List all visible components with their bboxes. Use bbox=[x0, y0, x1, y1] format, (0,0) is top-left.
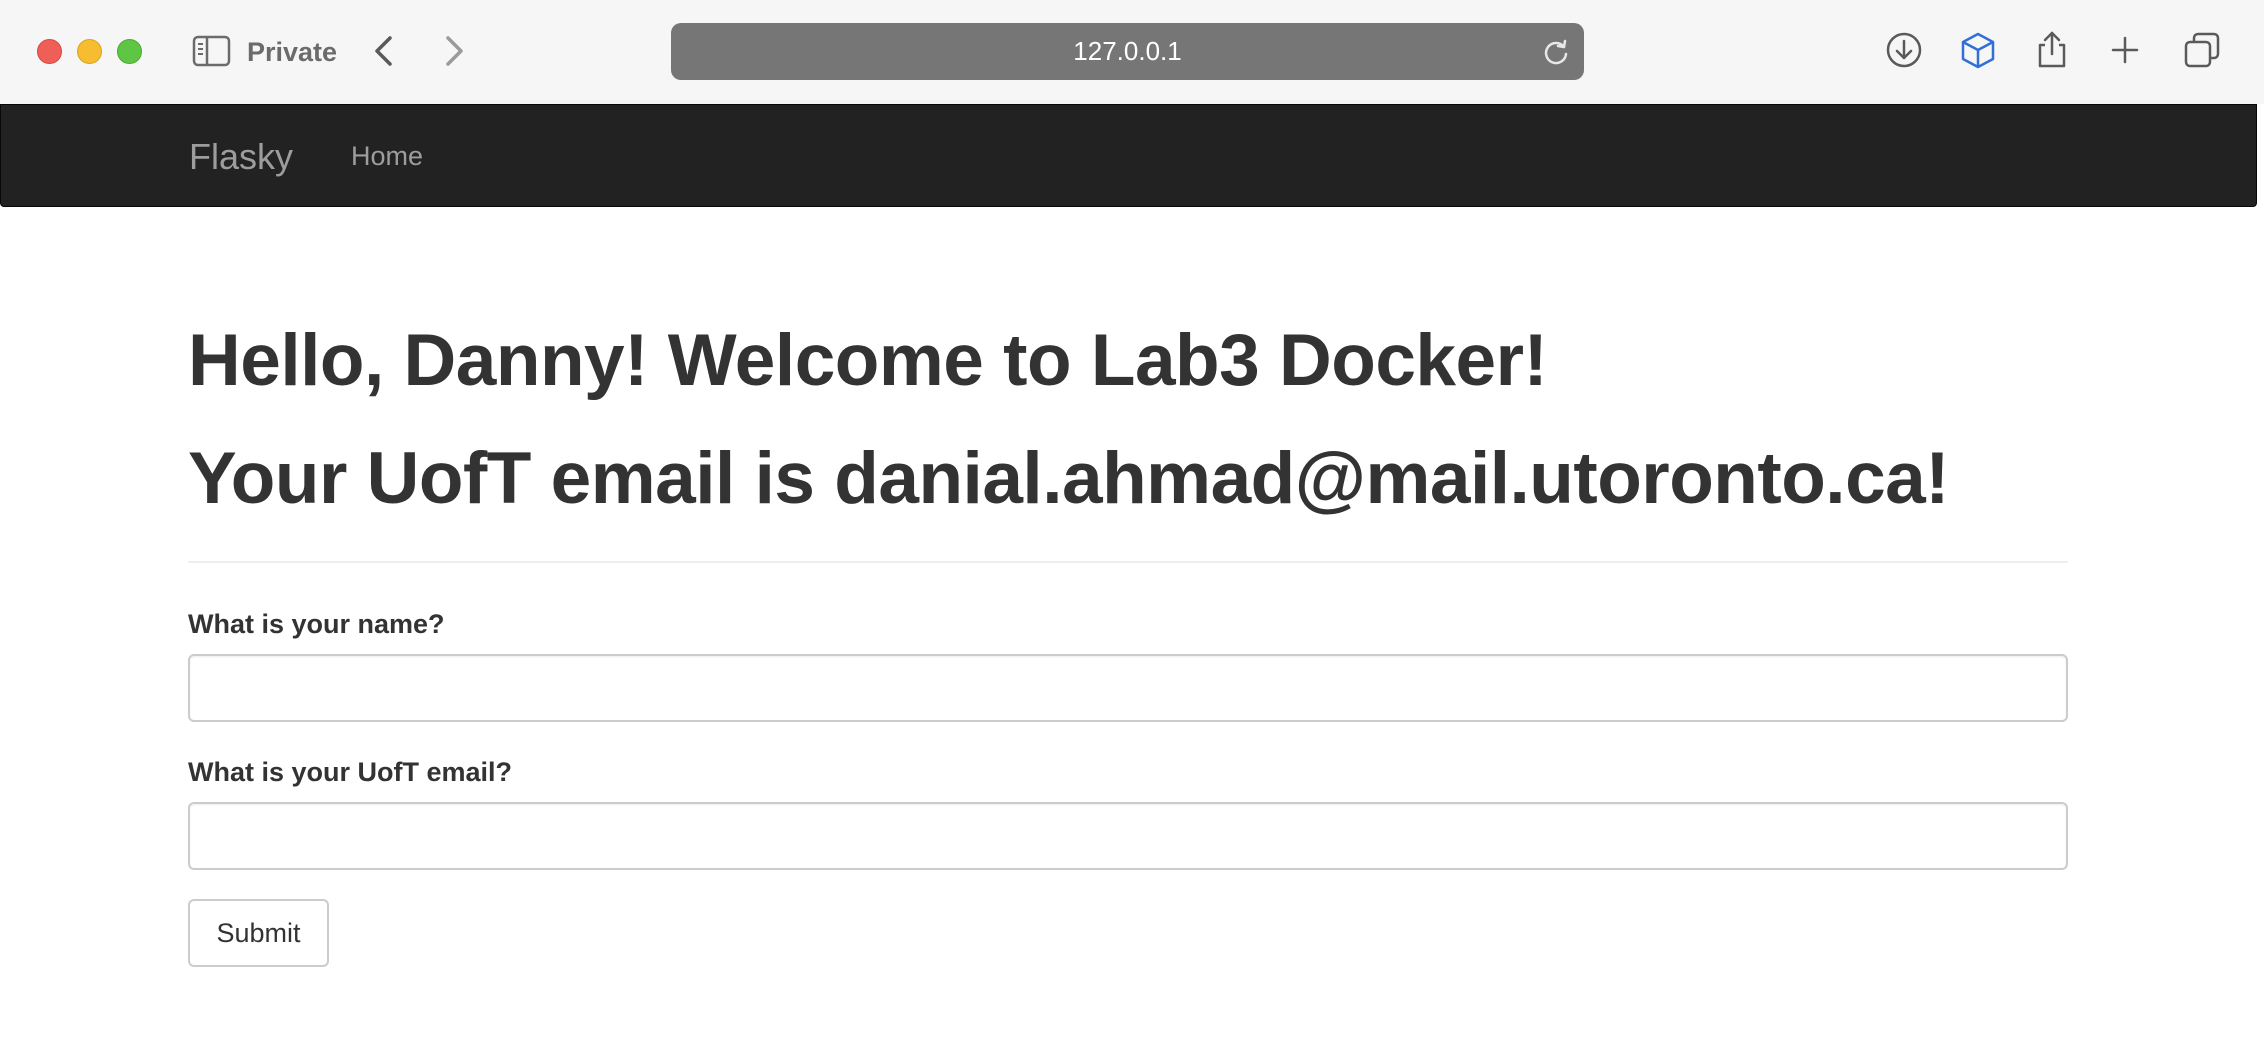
forward-icon[interactable] bbox=[440, 33, 468, 69]
email-heading: Your UofT email is danial.ahmad@mail.uto… bbox=[188, 438, 1950, 519]
submit-button[interactable]: Submit bbox=[188, 899, 329, 967]
minimize-window-button[interactable] bbox=[77, 39, 102, 64]
download-icon[interactable] bbox=[1884, 30, 1924, 70]
email-input[interactable] bbox=[188, 802, 2068, 870]
back-icon[interactable] bbox=[370, 33, 398, 69]
name-input[interactable] bbox=[188, 654, 2068, 722]
address-text[interactable]: 127.0.0.1 bbox=[671, 23, 1584, 80]
email-label: What is your UofT email? bbox=[188, 757, 513, 787]
close-window-button[interactable] bbox=[37, 39, 62, 64]
maximize-window-button[interactable] bbox=[117, 39, 142, 64]
new-tab-icon[interactable] bbox=[2105, 30, 2145, 70]
name-label: What is your name? bbox=[188, 609, 445, 639]
page-edge bbox=[2257, 104, 2264, 1040]
private-mode-label: Private bbox=[247, 37, 338, 67]
greeting-heading: Hello, Danny! Welcome to Lab3 Docker! bbox=[188, 320, 1548, 401]
tab-overview-icon[interactable] bbox=[2182, 30, 2222, 70]
share-icon[interactable] bbox=[2032, 30, 2072, 70]
header-divider bbox=[188, 561, 2068, 563]
address-bar[interactable]: 127.0.0.1 bbox=[671, 23, 1584, 80]
cube-icon[interactable] bbox=[1958, 30, 1998, 70]
navbar-brand[interactable]: Flasky bbox=[189, 105, 293, 208]
nav-link-home[interactable]: Home bbox=[351, 105, 423, 208]
site-navbar: Flasky Home bbox=[0, 104, 2257, 207]
browser-toolbar: Private 127.0.0.1 bbox=[0, 0, 2264, 104]
reload-icon[interactable] bbox=[1542, 38, 1570, 66]
sidebar-icon[interactable] bbox=[192, 34, 232, 68]
